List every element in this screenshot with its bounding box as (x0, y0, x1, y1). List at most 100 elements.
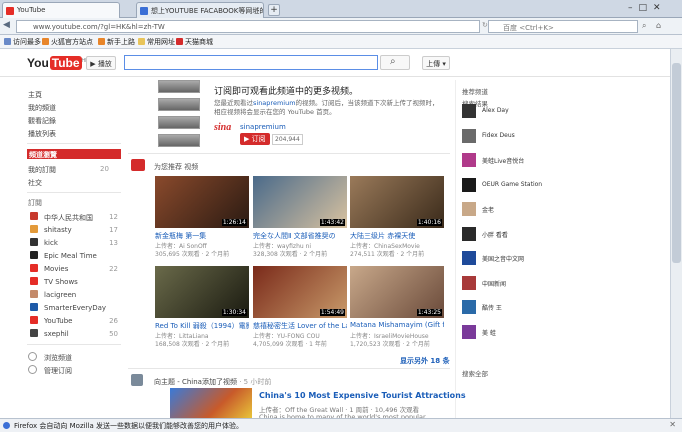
video-title[interactable]: Red To Kill 弱殺（1994）電影 (155, 321, 249, 331)
subscriptions-header: 訂閱 (28, 199, 42, 207)
subscription-item[interactable]: 中华人民共和国 12 (30, 212, 118, 222)
nav-history[interactable]: 觀看記錄 (28, 116, 56, 126)
promo-thumbnail[interactable] (158, 98, 200, 111)
duration-badge: 1:43:42 (319, 219, 345, 226)
recommend-icon (131, 159, 145, 171)
subscription-item[interactable]: SmarterEveryDay (30, 303, 118, 313)
channel-name: 中国新闻 (482, 280, 507, 288)
youtube-favicon-icon (6, 7, 14, 15)
search-button[interactable]: ⌕ (380, 55, 410, 70)
suggested-channel[interactable]: OEUR Game Station (462, 177, 562, 192)
page-favicon-icon (140, 7, 148, 15)
search-input[interactable] (124, 55, 378, 70)
search-icon[interactable]: ⌕ (642, 21, 646, 31)
bookmark-item[interactable]: 新手上路 (98, 37, 135, 47)
folder-icon (138, 38, 145, 45)
channel-avatar-icon (30, 316, 38, 324)
channel-avatar-icon (462, 226, 476, 241)
youtube-logo[interactable]: YouTubeHK (27, 56, 89, 70)
video-thumbnail[interactable]: 1:26:14 (155, 176, 249, 228)
video-thumbnail[interactable]: 1:54:49 (253, 266, 347, 318)
video-title[interactable]: 新金瓶梅 第一集 (155, 231, 249, 241)
browser-search-field[interactable]: 百度 <Ctrl+K> (488, 20, 638, 33)
suggested-channel[interactable]: Fidex Deus (462, 128, 562, 143)
firefox-icon (98, 38, 105, 45)
avatar (131, 374, 143, 386)
subscription-item[interactable]: Movies 22 (30, 264, 118, 274)
url-bar[interactable]: www.youtube.com/?gl=HK&hl=zh-TW (16, 20, 480, 33)
bookmark-item[interactable]: 天猫商城 (176, 37, 213, 47)
subscription-item[interactable]: kick 13 (30, 238, 118, 248)
video-title[interactable]: 慈禧秘密生活 Lover of the Last Empress 1995 (253, 321, 347, 331)
channel-avatar-icon (462, 202, 476, 216)
bookmark-item[interactable]: 常用网址 (138, 37, 175, 47)
subscription-item[interactable]: shitasty 17 (30, 225, 118, 235)
tab-label: 想上YOUTUBE FACABOOK等网址的看看... (151, 7, 264, 15)
subscribe-button[interactable]: ▶ 订阅 (240, 133, 270, 145)
recommend-header: 为您推荐 视频 (154, 163, 199, 171)
close-icon[interactable]: ✕ (254, 6, 260, 14)
bookmark-icon (4, 38, 11, 45)
new-tab-button[interactable]: + (268, 4, 280, 16)
guide-button[interactable]: ▶ 播放 (86, 56, 116, 70)
upload-button[interactable]: 上傳 ▾ (422, 56, 450, 70)
video-thumbnail[interactable]: 1:40:16 (350, 176, 444, 228)
nav-browse-channels[interactable]: 頻道瀏覽 (27, 149, 121, 159)
video-thumbnail[interactable]: 1:43:25 (350, 266, 444, 318)
search-engine-label: 百度 <Ctrl+K> (503, 24, 554, 32)
suggested-channel[interactable]: 美 蛙 (462, 324, 562, 339)
channel-avatar-icon (30, 329, 38, 337)
divider (27, 143, 121, 144)
subscription-item[interactable]: sxephil 50 (30, 329, 118, 339)
scrollbar-thumb[interactable] (672, 63, 681, 263)
channel-avatar-icon (462, 251, 476, 265)
close-icon[interactable]: ✕ (669, 420, 676, 429)
suggested-channel[interactable]: 小胖 看看 (462, 226, 562, 241)
subscription-item[interactable]: YouTube 26 (30, 316, 118, 326)
tab-search-page[interactable]: 想上YOUTUBE FACABOOK等网址的看看... ✕ (136, 2, 264, 18)
suggested-channel[interactable]: Alex Day (462, 104, 562, 118)
feed-thumbnail[interactable] (170, 388, 252, 418)
right-footer[interactable]: 搜索全部 (462, 368, 488, 378)
status-text: Firefox 会自动向 Mozilla 发送一些数据以便我们能够改善您的用户体… (14, 422, 243, 430)
channel-avatar-icon (30, 212, 38, 220)
channel-name[interactable]: sinapremium (240, 123, 286, 131)
video-views: 4,705,099 次观看 · 1 年前 (253, 341, 327, 348)
play-icon: ▶ (90, 60, 96, 68)
youtube-header: YouTubeHK ▶ 播放 ⌕ 上傳 ▾ (0, 49, 682, 77)
nav-social[interactable]: 社交 (28, 178, 42, 188)
subscription-item[interactable]: Epic Meal Time (30, 251, 118, 261)
promo-thumbnail[interactable] (158, 80, 200, 93)
promo-thumbnail[interactable] (158, 134, 200, 147)
tab-youtube[interactable]: YouTube (2, 2, 120, 18)
video-title[interactable]: Matana Mishamayim (Gift from Above) (350, 321, 444, 329)
window-controls[interactable]: –□✕ (628, 3, 667, 13)
channel-link[interactable]: sinapremium (253, 99, 296, 107)
feed-video-title[interactable]: China's 10 Most Expensive Tourist Attrac… (259, 391, 466, 400)
bookmark-item[interactable]: 火狐官方站点 (42, 37, 93, 47)
nav-my-subscriptions[interactable]: 我的訂閱 20 (28, 165, 109, 175)
suggested-channel[interactable]: 酷传 王 (462, 300, 562, 314)
video-title[interactable]: 完全な人間Ⅱ 文部省推奨の (253, 231, 347, 241)
nav-home[interactable]: 主頁 (28, 90, 42, 100)
suggested-channel[interactable]: 美国之音中文网 (462, 251, 562, 265)
gear-icon (28, 365, 37, 374)
promo-thumbnail[interactable] (158, 116, 200, 129)
page-scrollbar[interactable] (670, 49, 682, 418)
subscription-item[interactable]: lacigreen (30, 290, 118, 300)
nav-my-channel[interactable]: 我的頻道 (28, 103, 56, 113)
reload-icon[interactable]: ↻ (482, 21, 488, 29)
subscription-item[interactable]: TV Shows (30, 277, 118, 287)
channel-avatar-icon (30, 303, 38, 311)
home-icon[interactable]: ⌂ (656, 21, 661, 30)
nav-playlists[interactable]: 播放列表 (28, 129, 56, 139)
back-arrow-icon[interactable]: ◀ (3, 20, 10, 30)
show-more-link[interactable]: 显示另外 18 条 (400, 356, 450, 366)
video-title[interactable]: 大陆三级片 赤裸天使 (350, 231, 444, 241)
video-thumbnail[interactable]: 1:30:34 (155, 266, 249, 318)
suggested-channel[interactable]: 中国新闻 (462, 275, 562, 290)
video-thumbnail[interactable]: 1:43:42 (253, 176, 347, 228)
suggested-channel[interactable]: 美蛙Live音悦台 (462, 153, 562, 167)
suggested-channel[interactable]: 金老 (462, 202, 562, 216)
bookmark-item[interactable]: 访问最多 (4, 37, 41, 47)
